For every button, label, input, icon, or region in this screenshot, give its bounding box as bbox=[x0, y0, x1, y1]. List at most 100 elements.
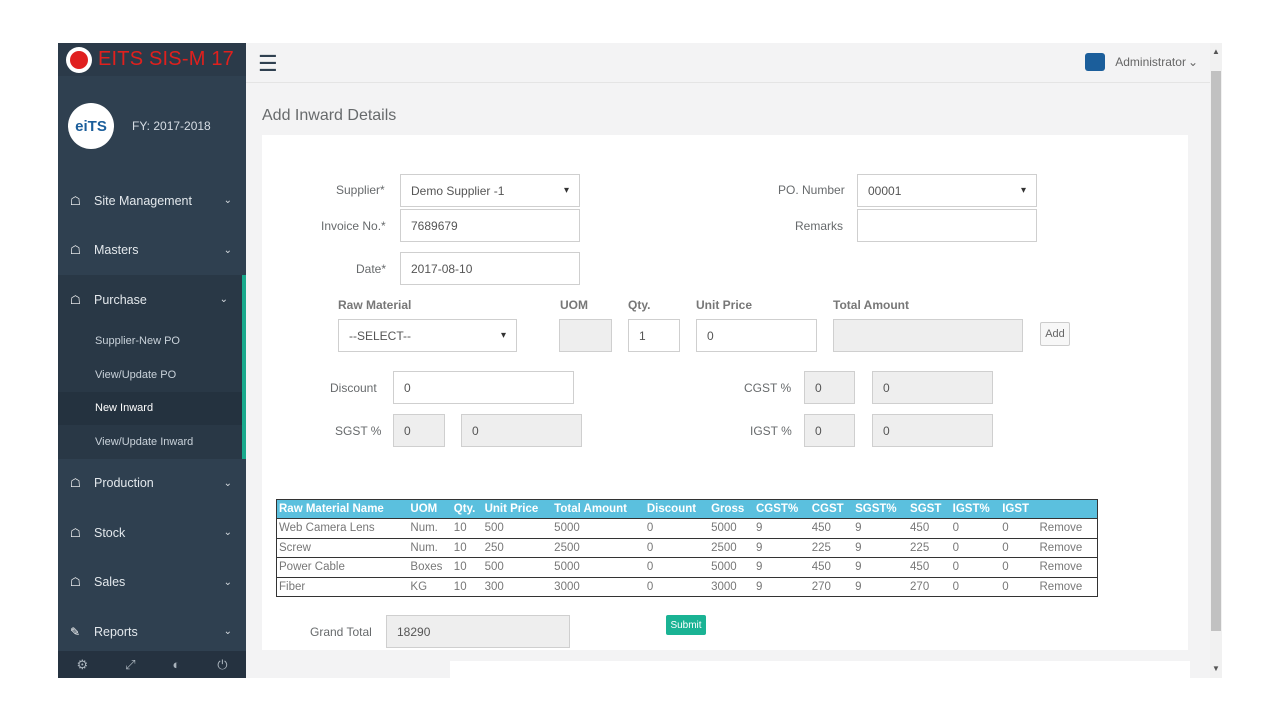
qty-input[interactable]: 1 bbox=[628, 319, 680, 352]
po-number-select[interactable]: 00001 bbox=[857, 174, 1037, 207]
table-cell: 9 bbox=[853, 538, 909, 558]
column-header: Gross bbox=[709, 499, 754, 519]
table-row: Screw Num. 10 250 2500 0 2500 9 225 9 225 0 0 Remove bbox=[276, 538, 1098, 558]
date-input[interactable]: 2017-08-10 bbox=[400, 252, 580, 285]
table-cell: 5000 bbox=[709, 518, 754, 539]
cgst-percent-input: 0 bbox=[804, 371, 855, 404]
table-cell: 225 bbox=[809, 538, 854, 558]
scroll-down-arrow-icon[interactable]: ▼ bbox=[1210, 662, 1222, 676]
table-header-row: Raw Material Name UOM Qty. Unit Price To… bbox=[276, 499, 1098, 519]
column-header: Total Amount bbox=[552, 499, 645, 519]
table-body: Web Camera Lens Num. 10 500 5000 0 5000 9 450 9 45… bbox=[276, 518, 1098, 597]
table-cell: 270 bbox=[908, 577, 951, 597]
table-cell: 0 bbox=[1000, 518, 1038, 539]
unit-price-label: Unit Price bbox=[696, 298, 753, 312]
uom-input bbox=[559, 319, 612, 352]
invoice-input[interactable]: 7689679 bbox=[400, 209, 580, 242]
sidebar-item-reports[interactable]: ✎ Reports ⌄ bbox=[58, 607, 246, 657]
table-cell: Power Cable bbox=[276, 557, 409, 578]
discount-input[interactable]: 0 bbox=[393, 371, 574, 404]
table-cell: 9 bbox=[754, 577, 810, 597]
raw-material-select[interactable]: --SELECT-- bbox=[338, 319, 517, 352]
paw-icon bbox=[70, 50, 88, 69]
unit-price-input[interactable]: 0 bbox=[696, 319, 817, 352]
table-cell: 0 bbox=[1000, 577, 1038, 597]
scroll-up-arrow-icon[interactable]: ▲ bbox=[1210, 45, 1222, 59]
table-row: Web Camera Lens Num. 10 500 5000 0 5000 9 450 9 45… bbox=[276, 518, 1098, 539]
profile: eiTS FY: 2017-2018 bbox=[58, 76, 246, 176]
sidebar-item-label: Production bbox=[94, 476, 154, 491]
home-icon: ☖ bbox=[70, 476, 81, 491]
cgst-amount-input: 0 bbox=[872, 371, 993, 404]
submenu-item-view-update-po[interactable]: View/Update PO bbox=[58, 358, 242, 392]
submenu-item-view-update-inward[interactable]: View/Update Inward bbox=[58, 425, 242, 459]
fiscal-year: FY: 2017-2018 bbox=[132, 119, 211, 133]
page-scrollbar[interactable]: ▲ ▼ bbox=[1210, 43, 1222, 678]
table-cell: 0 bbox=[950, 538, 1001, 558]
sidebar-item-stock[interactable]: ☖ Stock ⌄ bbox=[58, 508, 246, 558]
table-cell: KG bbox=[408, 577, 452, 597]
table-cell: 450 bbox=[908, 518, 951, 539]
unit-price-value: 0 bbox=[707, 328, 714, 343]
sidebar-item-production[interactable]: ☖ Production ⌄ bbox=[58, 459, 246, 509]
remove-row-link[interactable]: Remove bbox=[1037, 518, 1098, 539]
table-cell: 225 bbox=[908, 538, 951, 558]
power-icon[interactable]: ⏻ bbox=[217, 657, 227, 673]
edit-icon: ✎ bbox=[70, 624, 81, 639]
inward-form-panel: Supplier* Demo Supplier -1 PO. Number 00… bbox=[262, 135, 1188, 650]
brand-logo bbox=[66, 46, 92, 73]
table-cell: 0 bbox=[644, 577, 710, 597]
sidebar-item-sales[interactable]: ☖ Sales ⌄ bbox=[58, 558, 246, 608]
supplier-label: Supplier* bbox=[336, 183, 385, 197]
chevron-down-icon: ⌄ bbox=[219, 294, 228, 306]
qty-label: Qty. bbox=[628, 298, 651, 312]
user-menu[interactable]: Administrator ⌄ bbox=[1085, 53, 1198, 71]
sidebar-item-purchase[interactable]: ☖ Purchase ⌄ bbox=[58, 275, 246, 325]
remove-row-link[interactable]: Remove bbox=[1037, 538, 1098, 558]
grand-total-value: 18290 bbox=[397, 624, 431, 639]
scroll-thumb[interactable] bbox=[1211, 71, 1221, 631]
expand-icon[interactable]: ⤢ bbox=[125, 657, 135, 673]
column-header: CGST bbox=[809, 499, 854, 519]
gear-icon[interactable]: ⚙ bbox=[76, 657, 88, 673]
submenu-item-supplier-new-po[interactable]: Supplier-New PO bbox=[58, 325, 242, 359]
table-cell: 0 bbox=[644, 557, 710, 578]
chevron-down-icon: ⌄ bbox=[223, 626, 232, 638]
sgst-percent-input: 0 bbox=[393, 414, 445, 447]
table-cell: 450 bbox=[908, 557, 951, 578]
menu-icon[interactable]: ☰ bbox=[258, 51, 278, 77]
po-number-label: PO. Number bbox=[778, 183, 845, 197]
palette-icon[interactable]: ◐ bbox=[172, 657, 180, 672]
remove-row-link[interactable]: Remove bbox=[1037, 557, 1098, 578]
sidebar-item-label: Purchase bbox=[94, 292, 147, 307]
table-cell: 0 bbox=[950, 557, 1001, 578]
table-cell: 9 bbox=[853, 518, 909, 539]
submenu-item-new-inward[interactable]: New Inward bbox=[58, 391, 242, 425]
add-item-button[interactable]: Add bbox=[1040, 322, 1070, 346]
column-header: Raw Material Name bbox=[276, 499, 409, 519]
column-header: Unit Price bbox=[482, 499, 553, 519]
home-icon: ☖ bbox=[70, 575, 81, 590]
sidebar-item-site-management[interactable]: ☖ Site Management ⌄ bbox=[58, 176, 246, 226]
table-cell: 250 bbox=[482, 538, 553, 558]
chevron-down-icon: ⌄ bbox=[223, 195, 232, 207]
table-cell: 500 bbox=[482, 518, 553, 539]
remove-row-link[interactable]: Remove bbox=[1037, 577, 1098, 597]
raw-material-value: --SELECT-- bbox=[349, 328, 412, 343]
supplier-select[interactable]: Demo Supplier -1 bbox=[400, 174, 580, 207]
brand-name: EITS SIS-M 17 bbox=[98, 48, 234, 70]
column-header: IGST% bbox=[950, 499, 1001, 519]
table-cell: 2500 bbox=[709, 538, 754, 558]
sgst-amount-value: 0 bbox=[472, 423, 479, 438]
remarks-input[interactable] bbox=[857, 209, 1037, 242]
sidebar-item-masters[interactable]: ☖ Masters ⌄ bbox=[58, 226, 246, 276]
cgst-amount-value: 0 bbox=[883, 380, 890, 395]
submit-button[interactable]: Submit bbox=[666, 615, 706, 635]
page-title: Add Inward Details bbox=[262, 107, 397, 124]
date-label: Date* bbox=[356, 262, 387, 276]
topbar: ☰ Administrator ⌄ bbox=[246, 43, 1210, 83]
column-header bbox=[1037, 499, 1098, 519]
table-cell: 500 bbox=[482, 557, 553, 578]
grand-total-input: 18290 bbox=[386, 615, 570, 648]
column-header: SGST bbox=[908, 499, 951, 519]
